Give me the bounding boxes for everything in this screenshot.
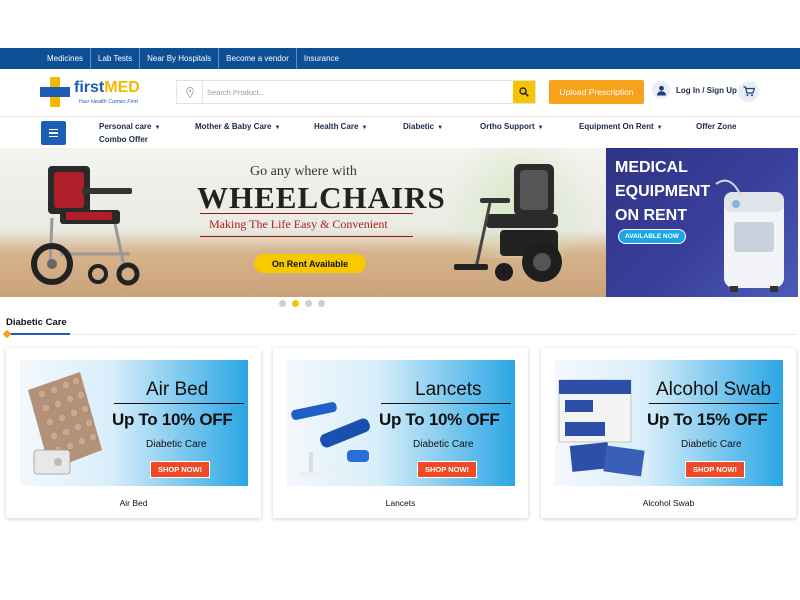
product-banner: Air Bed Up To 10% OFF Diabetic Care SHOP… bbox=[20, 360, 248, 486]
hamburger-menu-icon[interactable] bbox=[41, 121, 66, 145]
carousel-dot[interactable] bbox=[279, 300, 286, 307]
category-equipment-rent[interactable]: Equipment On Rent ▼ bbox=[579, 122, 663, 131]
logo-text: firstMED bbox=[74, 79, 140, 96]
product-subtitle: Diabetic Care bbox=[681, 439, 742, 450]
product-offer: Up To 10% OFF bbox=[112, 410, 233, 429]
logo-tagline: Your Health Comes First bbox=[78, 99, 138, 105]
category-combo-offer[interactable]: Combo Offer bbox=[99, 135, 148, 144]
product-card-lancets[interactable]: Lancets Up To 10% OFF Diabetic Care SHOP… bbox=[273, 348, 528, 518]
hero-subtitle: Making The Life Easy & Convenient bbox=[209, 217, 388, 231]
product-card-air-bed[interactable]: Air Bed Up To 10% OFF Diabetic Care SHOP… bbox=[6, 348, 261, 518]
side-banner-line-1: MEDICAL bbox=[615, 159, 688, 176]
carousel-dot[interactable] bbox=[318, 300, 325, 307]
category-mother-baby[interactable]: Mother & Baby Care ▼ bbox=[195, 122, 280, 131]
site-header: firstMED Your Health Comes First Upload … bbox=[0, 69, 800, 117]
alcohol-swab-image bbox=[558, 379, 645, 477]
hero-title: WHEELCHAIRS bbox=[197, 180, 446, 215]
topnav-medicines[interactable]: Medicines bbox=[40, 48, 92, 69]
chevron-down-icon: ▼ bbox=[154, 125, 161, 131]
login-link[interactable]: Log In / Sign Up bbox=[652, 81, 737, 99]
topnav-vendor[interactable]: Become a vendor bbox=[219, 48, 297, 69]
product-card-alcohol-swab[interactable]: Alcohol Swab Up To 15% OFF Diabetic Care… bbox=[541, 348, 796, 518]
category-ortho-support[interactable]: Ortho Support ▼ bbox=[480, 122, 544, 131]
air-bed-image bbox=[28, 372, 102, 475]
chevron-down-icon: ▼ bbox=[656, 125, 663, 131]
available-now-badge: AVAILABLE NOW bbox=[618, 229, 686, 244]
search-button[interactable] bbox=[513, 81, 535, 103]
shop-now-button[interactable]: SHOP NOW! bbox=[417, 461, 477, 478]
chevron-down-icon: ▼ bbox=[537, 125, 544, 131]
product-caption[interactable]: Lancets bbox=[273, 498, 528, 508]
hero-banner[interactable]: Go any where with WHEELCHAIRS Making The… bbox=[0, 148, 606, 297]
product-title: Alcohol Swab bbox=[656, 379, 772, 400]
category-nav: Personal care ▼ Mother & Baby Care ▼ Healt… bbox=[0, 118, 800, 148]
section-title: Diabetic Care bbox=[6, 317, 67, 328]
section-divider bbox=[6, 334, 796, 335]
product-banner: Alcohol Swab Up To 15% OFF Diabetic Care… bbox=[555, 360, 783, 486]
product-title: Lancets bbox=[415, 379, 482, 400]
search-bar bbox=[176, 80, 536, 104]
wheelchair-image bbox=[31, 166, 140, 286]
side-banner-line-3: ON RENT bbox=[615, 207, 687, 224]
hero-line-1: Go any where with bbox=[250, 164, 357, 179]
medical-equipment-banner[interactable]: MEDICAL EQUIPMENT ON RENT AVAILABLE NOW bbox=[606, 148, 798, 297]
power-wheelchair-image bbox=[454, 164, 562, 282]
topnav-lab-tests[interactable]: Lab Tests bbox=[91, 48, 141, 69]
product-title: Air Bed bbox=[146, 379, 209, 400]
logo[interactable]: firstMED Your Health Comes First bbox=[40, 75, 150, 111]
chevron-down-icon: ▼ bbox=[361, 125, 368, 131]
product-subtitle: Diabetic Care bbox=[413, 439, 474, 450]
lancets-image bbox=[291, 402, 370, 476]
topnav-hospitals[interactable]: Near By Hospitals bbox=[140, 48, 220, 69]
chevron-down-icon: ▼ bbox=[437, 125, 444, 131]
carousel-dots bbox=[279, 300, 325, 307]
logo-cross-icon bbox=[40, 77, 70, 107]
top-navbar: Medicines Lab Tests Near By Hospitals Be… bbox=[0, 48, 800, 69]
page: Medicines Lab Tests Near By Hospitals Be… bbox=[0, 0, 800, 600]
category-personal-care[interactable]: Personal care ▼ bbox=[99, 122, 160, 131]
oxygen-concentrator-image bbox=[715, 179, 784, 292]
cart-icon[interactable] bbox=[738, 81, 759, 102]
chevron-down-icon: ▼ bbox=[274, 125, 281, 131]
shop-now-button[interactable]: SHOP NOW! bbox=[685, 461, 745, 478]
shop-now-button[interactable]: SHOP NOW! bbox=[150, 461, 210, 478]
product-caption[interactable]: Air Bed bbox=[6, 498, 261, 508]
category-diabetic[interactable]: Diabetic ▼ bbox=[403, 122, 443, 131]
on-rent-button[interactable]: On Rent Available bbox=[254, 254, 366, 273]
carousel-dot-active[interactable] bbox=[292, 300, 299, 307]
product-caption[interactable]: Alcohol Swab bbox=[541, 498, 796, 508]
category-health-care[interactable]: Health Care ▼ bbox=[314, 122, 367, 131]
location-pin-icon[interactable] bbox=[177, 81, 203, 103]
user-icon bbox=[652, 81, 670, 99]
side-banner-line-2: EQUIPMENT bbox=[615, 183, 711, 200]
product-banner: Lancets Up To 10% OFF Diabetic Care SHOP… bbox=[287, 360, 515, 486]
product-offer: Up To 15% OFF bbox=[647, 410, 768, 429]
login-label: Log In / Sign Up bbox=[676, 85, 737, 95]
search-input[interactable] bbox=[207, 84, 507, 100]
topnav-insurance[interactable]: Insurance bbox=[297, 48, 346, 69]
product-offer: Up To 10% OFF bbox=[379, 410, 500, 429]
carousel-dot[interactable] bbox=[305, 300, 312, 307]
category-offer-zone[interactable]: Offer Zone bbox=[696, 122, 736, 131]
search-icon bbox=[519, 87, 529, 97]
product-subtitle: Diabetic Care bbox=[146, 439, 207, 450]
upload-prescription-button[interactable]: Upload Prescription bbox=[549, 80, 644, 104]
